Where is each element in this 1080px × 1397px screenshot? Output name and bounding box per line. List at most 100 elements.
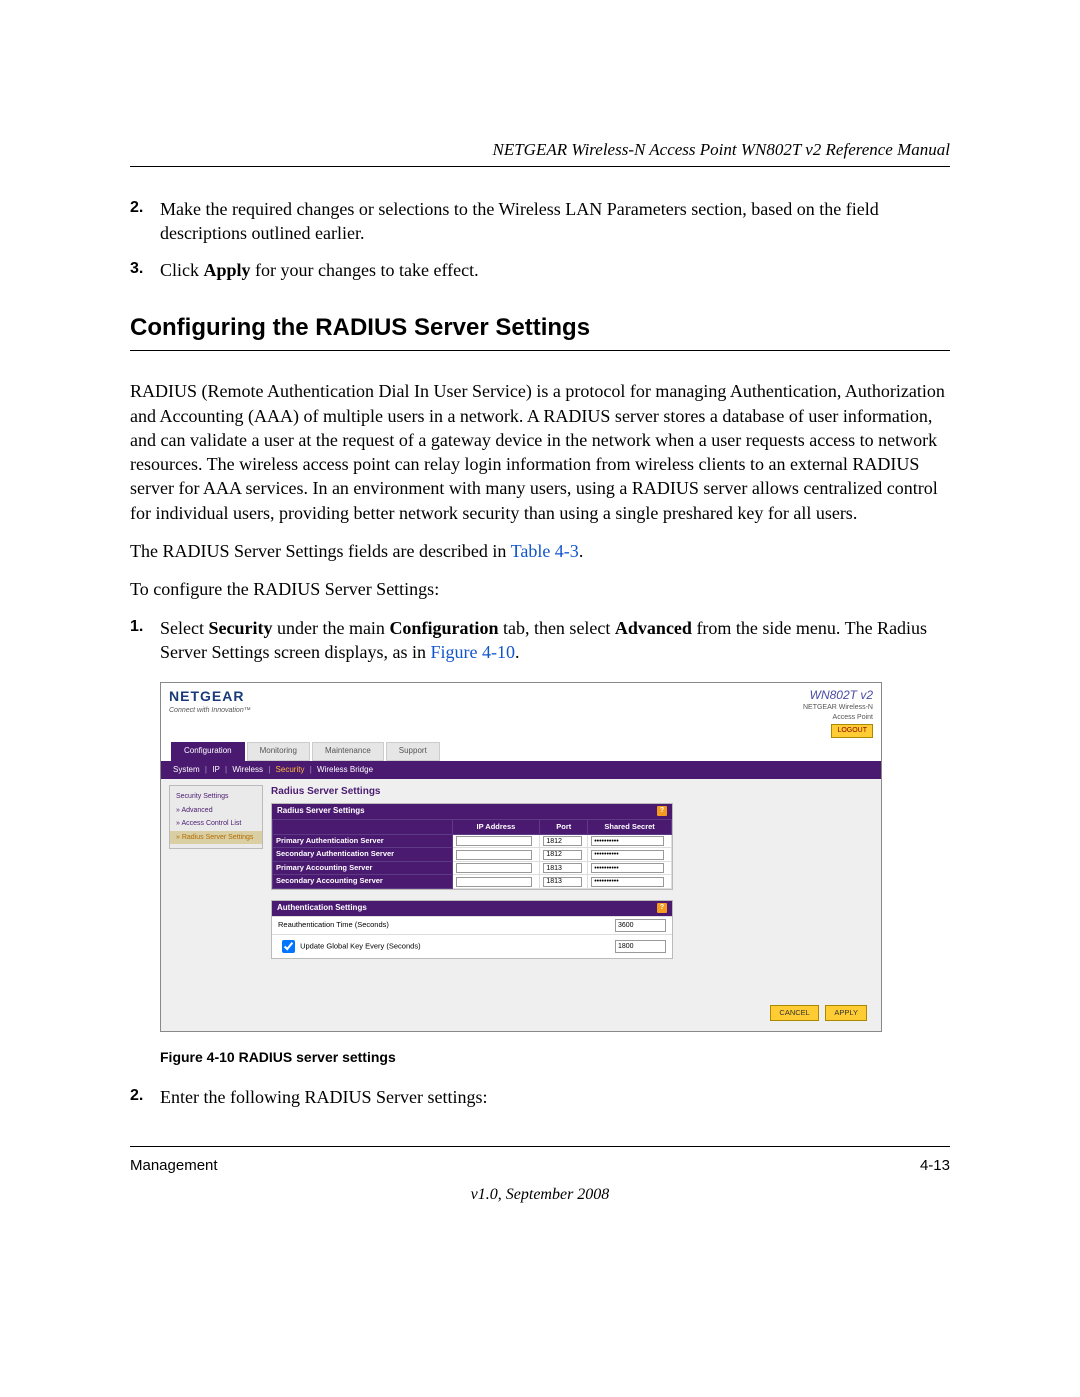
ss-header-bar: NETGEAR Connect with Innovation™ WN802T … xyxy=(161,683,881,740)
port-input-primary-acct[interactable] xyxy=(543,863,582,873)
secret-input-secondary-auth[interactable] xyxy=(591,850,664,860)
subnav-wireless[interactable]: Wireless xyxy=(232,765,263,774)
apply-button[interactable]: APPLY xyxy=(825,1005,867,1021)
step-number: 2. xyxy=(130,1085,160,1109)
ss-sidebar: Security Settings » Advanced » Access Co… xyxy=(169,785,263,849)
radius-panel-header: Radius Server Settings ? xyxy=(272,804,672,819)
text-fragment: . xyxy=(579,541,584,561)
tab-maintenance[interactable]: Maintenance xyxy=(312,742,384,761)
ss-main-tabs: Configuration Monitoring Maintenance Sup… xyxy=(161,740,881,761)
ip-input-secondary-acct[interactable] xyxy=(456,877,533,887)
text-fragment: Click xyxy=(160,260,204,280)
figure-caption: Figure 4-10 RADIUS server settings xyxy=(160,1048,950,1067)
subnav-system[interactable]: System xyxy=(173,765,200,774)
text-fragment: Select xyxy=(160,618,208,638)
subnav-sep: | xyxy=(205,765,207,774)
global-key-checkbox[interactable] xyxy=(282,940,295,953)
port-input-secondary-acct[interactable] xyxy=(543,877,582,887)
ip-input-primary-auth[interactable] xyxy=(456,836,533,846)
paragraph-table-ref: The RADIUS Server Settings fields are de… xyxy=(130,539,950,563)
screenshot-radius-settings: NETGEAR Connect with Innovation™ WN802T … xyxy=(160,682,882,1032)
ip-input-primary-acct[interactable] xyxy=(456,863,533,873)
ip-input-secondary-auth[interactable] xyxy=(456,850,533,860)
sidebar-item-advanced[interactable]: » Advanced xyxy=(170,804,262,817)
table-row: Primary Accounting Server xyxy=(273,861,672,875)
model-number: WN802T v2 xyxy=(803,687,873,703)
row-label-secondary-auth: Secondary Authentication Server xyxy=(273,848,453,862)
subnav-sep: | xyxy=(268,765,270,774)
sidebar-item-access-control-list[interactable]: » Access Control List xyxy=(170,817,262,830)
ss-content: Radius Server Settings Radius Server Set… xyxy=(271,779,881,999)
radius-server-panel: Radius Server Settings ? IP Address Port… xyxy=(271,803,673,890)
ss-subnav: System | IP | Wireless | Security | Wire… xyxy=(161,761,881,780)
ss-footer-bar: CANCEL APPLY xyxy=(161,999,881,1031)
step-text: Enter the following RADIUS Server settin… xyxy=(160,1085,950,1109)
row-label-secondary-acct: Secondary Accounting Server xyxy=(273,875,453,889)
reauth-label: Reauthentication Time (Seconds) xyxy=(278,920,389,930)
col-shared-secret: Shared Secret xyxy=(588,819,672,834)
ss-logo-block: NETGEAR Connect with Innovation™ xyxy=(169,687,251,738)
subnav-sep: | xyxy=(310,765,312,774)
bold-security: Security xyxy=(208,618,272,638)
cancel-button[interactable]: CANCEL xyxy=(770,1005,818,1021)
subnav-wireless-bridge[interactable]: Wireless Bridge xyxy=(317,765,373,774)
tab-monitoring[interactable]: Monitoring xyxy=(247,742,310,761)
netgear-logo-subtitle: Connect with Innovation™ xyxy=(169,706,251,715)
step-text: Select Security under the main Configura… xyxy=(160,616,950,665)
text-fragment: . xyxy=(515,642,520,662)
step-text: Make the required changes or selections … xyxy=(160,197,950,246)
table-row: Secondary Authentication Server xyxy=(273,848,672,862)
model-suffix: v2 xyxy=(860,688,873,702)
paragraph-intro: RADIUS (Remote Authentication Dial In Us… xyxy=(130,379,950,525)
bold-advanced: Advanced xyxy=(615,618,692,638)
link-figure-4-10[interactable]: Figure 4-10 xyxy=(430,642,515,662)
subnav-security[interactable]: Security xyxy=(276,765,305,774)
paragraph-to-configure: To configure the RADIUS Server Settings: xyxy=(130,577,950,601)
subnav-sep: | xyxy=(225,765,227,774)
secret-input-primary-acct[interactable] xyxy=(591,863,664,873)
manual-title: NETGEAR Wireless-N Access Point WN802T v… xyxy=(492,140,950,159)
reauth-time-input[interactable] xyxy=(615,919,666,932)
sidebar-item-security-settings[interactable]: Security Settings xyxy=(170,790,262,803)
text-fragment: tab, then select xyxy=(498,618,614,638)
text-fragment: The RADIUS Server Settings fields are de… xyxy=(130,541,511,561)
subnav-ip[interactable]: IP xyxy=(212,765,220,774)
step-number: 2. xyxy=(130,197,160,246)
sidebar-item-radius-server-settings[interactable]: » Radius Server Settings xyxy=(170,831,262,844)
step-3: 3. Click Apply for your changes to take … xyxy=(130,258,950,282)
tab-configuration[interactable]: Configuration xyxy=(171,742,245,761)
global-key-input[interactable] xyxy=(615,940,666,953)
netgear-logo: NETGEAR xyxy=(169,687,251,706)
bold-configuration: Configuration xyxy=(389,618,498,638)
help-icon[interactable]: ? xyxy=(657,903,667,913)
section-title: Configuring the RADIUS Server Settings xyxy=(130,312,950,351)
help-icon[interactable]: ? xyxy=(657,806,667,816)
content-title: Radius Server Settings xyxy=(271,785,871,799)
auth-panel-header: Authentication Settings ? xyxy=(272,901,672,916)
step-2: 2. Make the required changes or selectio… xyxy=(130,197,950,246)
auth-row-reauth: Reauthentication Time (Seconds) xyxy=(272,916,672,934)
model-desc-2: Access Point xyxy=(803,713,873,722)
col-ip-address: IP Address xyxy=(452,819,540,834)
step-text: Click Apply for your changes to take eff… xyxy=(160,258,950,282)
col-blank xyxy=(273,819,453,834)
secret-input-secondary-acct[interactable] xyxy=(591,877,664,887)
row-label-primary-auth: Primary Authentication Server xyxy=(273,834,453,848)
radius-table: IP Address Port Shared Secret Primary Au… xyxy=(272,819,672,889)
panel-header-text: Radius Server Settings xyxy=(277,806,365,815)
authentication-settings-panel: Authentication Settings ? Reauthenticati… xyxy=(271,900,673,959)
secret-input-primary-auth[interactable] xyxy=(591,836,664,846)
page-footer: Management 4-13 xyxy=(130,1146,950,1174)
document-page: NETGEAR Wireless-N Access Point WN802T v… xyxy=(0,0,1080,1397)
global-key-label-wrap: Update Global Key Every (Seconds) xyxy=(278,937,421,956)
logout-button[interactable]: LOGOUT xyxy=(831,724,873,737)
footer-right: 4-13 xyxy=(920,1157,950,1174)
body-text: 2. Make the required changes or selectio… xyxy=(130,197,950,1110)
tab-support[interactable]: Support xyxy=(386,742,440,761)
row-label-primary-acct: Primary Accounting Server xyxy=(273,861,453,875)
ss-model-block: WN802T v2 NETGEAR Wireless‑N Access Poin… xyxy=(803,687,873,738)
link-table-4-3[interactable]: Table 4-3 xyxy=(511,541,579,561)
port-input-secondary-auth[interactable] xyxy=(543,850,582,860)
page-header: NETGEAR Wireless-N Access Point WN802T v… xyxy=(130,140,950,167)
port-input-primary-auth[interactable] xyxy=(543,836,582,846)
